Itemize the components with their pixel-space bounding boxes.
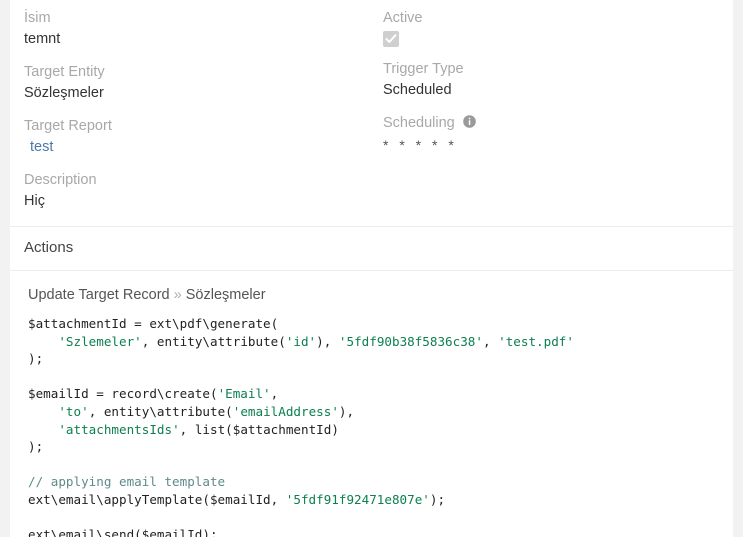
- action-title-separator: »: [174, 287, 182, 303]
- field-description-label: Description: [24, 170, 377, 190]
- field-active: Active: [383, 8, 733, 47]
- action-title-text: Update Target Record: [28, 287, 170, 303]
- record-detail-panel: İsim temnt Target Entity Sözleşmeler Tar…: [10, 0, 733, 537]
- field-name-value: temnt: [24, 29, 377, 50]
- info-icon[interactable]: [463, 114, 476, 134]
- field-trigger-type: Trigger Type Scheduled: [383, 59, 733, 101]
- field-target-entity-value: Sözleşmeler: [24, 83, 377, 104]
- detail-view-screen: İsim temnt Target Entity Sözleşmeler Tar…: [0, 0, 743, 537]
- field-name: İsim temnt: [24, 8, 377, 50]
- field-target-report-link[interactable]: test: [24, 137, 377, 158]
- field-scheduling-label: Scheduling: [383, 113, 733, 134]
- field-trigger-type-value: Scheduled: [383, 80, 733, 101]
- field-scheduling: Scheduling * * * * *: [383, 113, 733, 156]
- action-script-code: $attachmentId = ext\pdf\generate( 'Szlem…: [28, 315, 733, 537]
- field-trigger-type-label: Trigger Type: [383, 59, 733, 79]
- action-title: Update Target Record » Sözleşmeler: [28, 285, 733, 305]
- active-checkbox[interactable]: [383, 31, 399, 47]
- field-active-label: Active: [383, 8, 733, 28]
- action-target-entity: Sözleşmeler: [186, 287, 266, 303]
- actions-section-header: Actions: [10, 227, 733, 270]
- field-scheduling-label-text: Scheduling: [383, 115, 455, 131]
- field-target-report-label: Target Report: [24, 116, 377, 136]
- field-name-label: İsim: [24, 8, 377, 28]
- field-target-report: Target Report test: [24, 116, 377, 158]
- field-column-left: İsim temnt Target Entity Sözleşmeler Tar…: [10, 8, 377, 212]
- field-column-right: Active Trigger Type Scheduled Scheduling: [377, 8, 733, 212]
- field-target-entity-label: Target Entity: [24, 62, 377, 82]
- action-item: Update Target Record » Sözleşmeler $atta…: [10, 271, 733, 537]
- field-scheduling-value: * * * * *: [383, 135, 733, 156]
- checkmark-icon: [385, 33, 397, 45]
- field-grid: İsim temnt Target Entity Sözleşmeler Tar…: [10, 0, 733, 226]
- field-description: Description Hiç: [24, 170, 377, 212]
- field-description-value: Hiç: [24, 191, 377, 212]
- field-target-entity: Target Entity Sözleşmeler: [24, 62, 377, 104]
